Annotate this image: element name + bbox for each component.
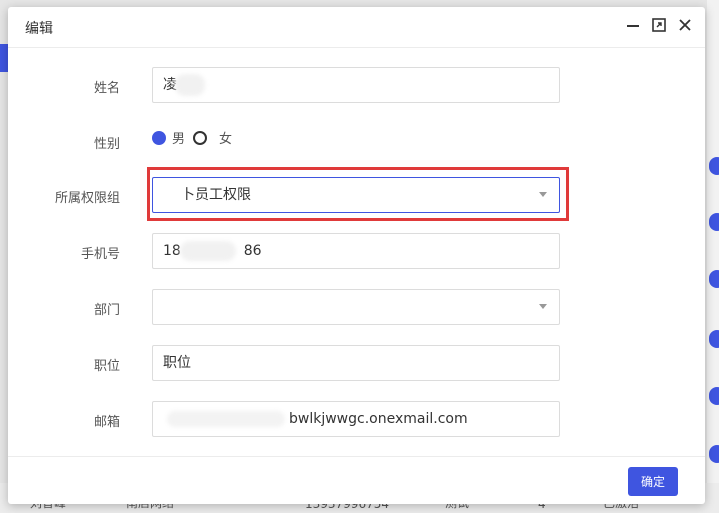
- chevron-down-icon: [539, 192, 547, 197]
- dialog-title: 编辑: [25, 21, 53, 37]
- name-label: 姓名: [93, 81, 120, 96]
- minimize-icon[interactable]: [625, 17, 641, 33]
- permission-group-label: 所属权限组: [54, 191, 120, 206]
- gender-male-label: 男: [172, 132, 186, 147]
- email-input[interactable]: bwlkjwwgc.onexmail.com: [152, 401, 560, 437]
- redaction-blur: [180, 241, 236, 261]
- phone-value-suffix: 86: [243, 243, 262, 259]
- department-select[interactable]: [152, 289, 560, 325]
- form-row-department: 部门: [8, 289, 705, 327]
- form-row-permission-group: 所属权限组 卜员工权限: [8, 177, 705, 215]
- form-row-name: 姓名 凌: [8, 67, 705, 105]
- background-toggle: [709, 445, 719, 463]
- redaction-blur: [175, 74, 205, 96]
- permission-group-value: 卜员工权限: [181, 187, 251, 203]
- email-label: 邮箱: [93, 415, 120, 430]
- redaction-blur: [167, 411, 285, 427]
- edit-dialog: 编辑 姓名 凌 性别 男 女 所属权限组 卜员工权限 手机号 18 86 部门 …: [8, 7, 705, 504]
- phone-label: 手机号: [80, 247, 120, 262]
- chevron-down-icon: [539, 304, 547, 309]
- gender-female-radio[interactable]: [193, 130, 208, 145]
- dialog-footer: 确定: [8, 456, 705, 504]
- maximize-icon[interactable]: [651, 17, 667, 33]
- background-left-tab: [0, 44, 8, 72]
- position-label: 职位: [93, 359, 120, 374]
- gender-label: 性别: [93, 137, 120, 152]
- background-table-edge: [707, 0, 719, 513]
- gender-radio-group: 男 女: [152, 128, 232, 147]
- position-input[interactable]: 职位: [152, 345, 560, 381]
- department-label: 部门: [93, 303, 120, 318]
- background-toggle: [709, 330, 719, 348]
- permission-group-select[interactable]: 卜员工权限: [152, 177, 560, 213]
- gender-male-radio[interactable]: [152, 130, 166, 145]
- close-icon[interactable]: [677, 17, 693, 33]
- background-toggle: [709, 387, 719, 405]
- confirm-button[interactable]: 确定: [628, 467, 678, 496]
- phone-value-prefix: 18: [163, 243, 181, 259]
- name-input[interactable]: 凌: [152, 67, 560, 103]
- form-row-email: 邮箱 bwlkjwwgc.onexmail.com: [8, 401, 705, 439]
- position-value: 职位: [163, 355, 191, 371]
- form-row-phone: 手机号 18 86: [8, 233, 705, 271]
- form-row-gender: 性别 男 女: [8, 123, 705, 161]
- dialog-header: 编辑: [8, 7, 705, 48]
- email-value: bwlkjwwgc.onexmail.com: [289, 411, 468, 427]
- gender-female-label: 女: [219, 132, 233, 147]
- background-toggle: [709, 270, 719, 288]
- window-controls: [625, 17, 693, 33]
- background-toggle: [709, 157, 719, 175]
- phone-input[interactable]: 18 86: [152, 233, 560, 269]
- background-toggle: [709, 213, 719, 231]
- form-row-position: 职位 职位: [8, 345, 705, 383]
